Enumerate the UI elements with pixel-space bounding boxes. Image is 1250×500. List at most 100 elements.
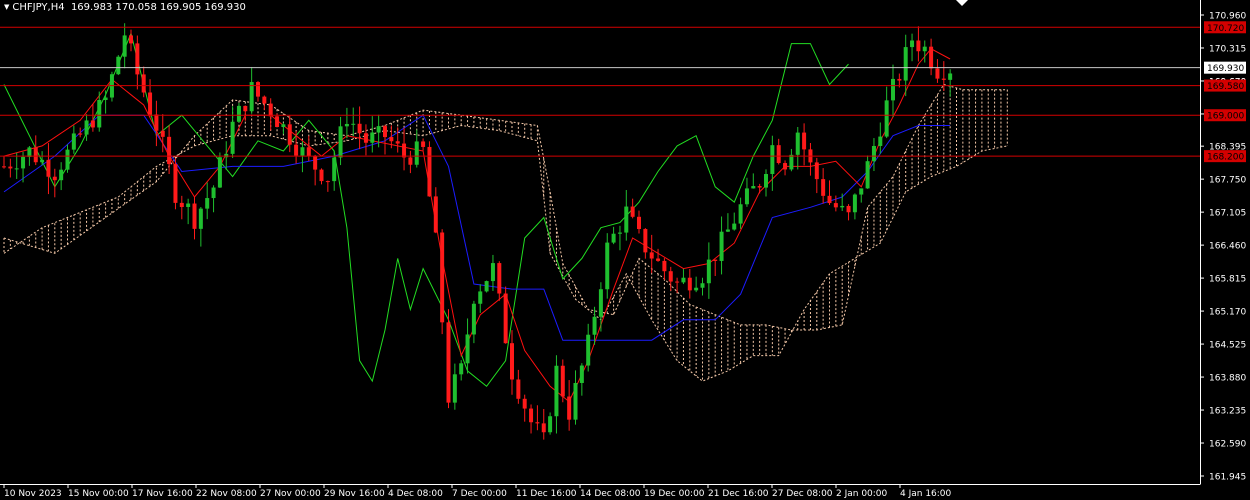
candle-bear [141, 74, 146, 93]
candle-bear [154, 114, 159, 131]
candle-bear [503, 293, 508, 344]
level-price-label: 170.720 [1207, 24, 1244, 34]
candle-bull [205, 198, 210, 209]
time-tick-label: 2 Jan 00:00 [836, 489, 888, 499]
candle-bull [14, 168, 19, 170]
candle-bull [224, 153, 229, 158]
candle-bear [33, 147, 38, 163]
candle-bull [344, 123, 349, 127]
candle-bear [256, 82, 260, 97]
candle-bull [186, 203, 191, 208]
candle-bull [573, 382, 578, 420]
candle-bull [97, 99, 102, 128]
candle-bear [167, 136, 172, 165]
candle-bull [554, 365, 559, 417]
price-tick-label: 162.590 [1209, 440, 1246, 450]
candle-bull [770, 145, 775, 175]
candle-bull [65, 149, 70, 170]
candle-bear [446, 322, 451, 403]
price-tick-label: 163.880 [1209, 374, 1246, 384]
candle-bear [522, 398, 527, 409]
candle-bear [821, 179, 826, 196]
candle-bull [744, 188, 749, 205]
candle-bear [8, 166, 13, 169]
candle-bull [116, 56, 121, 75]
candle-bear [713, 259, 718, 261]
candle-bull [230, 121, 235, 154]
candle-bear [243, 105, 248, 112]
candle-bear [827, 195, 832, 204]
candle-bull [706, 259, 711, 284]
candle-bear [135, 43, 140, 75]
candle-bull [592, 316, 597, 335]
candle-bear [52, 176, 57, 181]
candle-bear [560, 365, 565, 397]
candle-bear [649, 252, 654, 259]
candle-bear [173, 164, 178, 203]
time-tick-label: 15 Nov 00:00 [68, 489, 129, 499]
candle-bull [471, 303, 476, 335]
candle-bull [871, 145, 876, 162]
candle-bear [529, 408, 534, 423]
candle-bear [440, 232, 445, 323]
candle-bear [935, 68, 940, 79]
candle-bear [78, 133, 83, 135]
candle-bull [478, 291, 483, 304]
candle-bear [535, 422, 540, 424]
candle-bear [306, 147, 311, 157]
candle-bull [617, 232, 622, 234]
price-tick-label: 167.105 [1209, 209, 1246, 219]
candle-bull [59, 169, 64, 181]
candle-bear [421, 141, 426, 147]
candle-bull [624, 206, 629, 233]
candle-bull [922, 46, 927, 52]
candle-bear [363, 133, 368, 143]
price-tick-label: 165.170 [1209, 308, 1246, 318]
candle-bear [383, 126, 387, 138]
candle-bear [2, 166, 6, 168]
ohlc-values: 169.983 170.058 169.905 169.930 [70, 2, 246, 13]
candle-bull [465, 334, 470, 364]
candle-bear [833, 203, 838, 208]
candle-bull [484, 281, 489, 292]
candle-bull [700, 283, 705, 288]
price-tick-label: 161.945 [1209, 473, 1246, 483]
candle-bear [675, 281, 680, 283]
chart-background [0, 0, 1250, 500]
candle-bull [351, 123, 356, 125]
candle-bull [40, 159, 45, 163]
time-tick-label: 7 Dec 00:00 [452, 489, 507, 499]
candle-bear [395, 141, 400, 144]
price-tick-label: 170.960 [1209, 12, 1246, 22]
price-tick-label: 165.815 [1209, 275, 1246, 285]
candle-bull [859, 188, 864, 195]
candle-bull [122, 35, 127, 57]
triangle-down-icon[interactable]: ▼ [4, 3, 9, 11]
candle-bull [764, 174, 768, 188]
candle-bull [414, 141, 419, 165]
candle-bear [433, 196, 438, 233]
time-tick-label: 4 Jan 16:00 [900, 489, 952, 499]
candle-bear [268, 103, 273, 117]
price-tick-label: 166.460 [1209, 242, 1246, 252]
price-tick-label: 170.315 [1209, 44, 1246, 54]
current-price-label: 169.930 [1207, 64, 1244, 74]
price-tick-label: 163.235 [1209, 407, 1246, 417]
candle-bull [332, 157, 337, 182]
time-tick-label: 17 Nov 16:00 [132, 489, 193, 499]
candle-bull [281, 124, 286, 127]
level-price-label: 168.200 [1207, 153, 1244, 163]
candle-bear [262, 96, 267, 104]
candle-bear [325, 181, 330, 183]
candle-bull [719, 231, 724, 261]
candle-bull [338, 126, 343, 158]
price-chart[interactable]: 170.960170.315169.670169.025168.395167.7… [0, 0, 1250, 500]
candle-bear [630, 206, 635, 217]
candle-bull [681, 277, 686, 283]
candle-bull [21, 156, 26, 169]
candle-bull [236, 105, 241, 122]
time-tick-label: 14 Dec 08:00 [580, 489, 641, 499]
candle-bull [694, 287, 699, 291]
candle-bear [541, 423, 546, 433]
candle-bull [795, 132, 800, 155]
